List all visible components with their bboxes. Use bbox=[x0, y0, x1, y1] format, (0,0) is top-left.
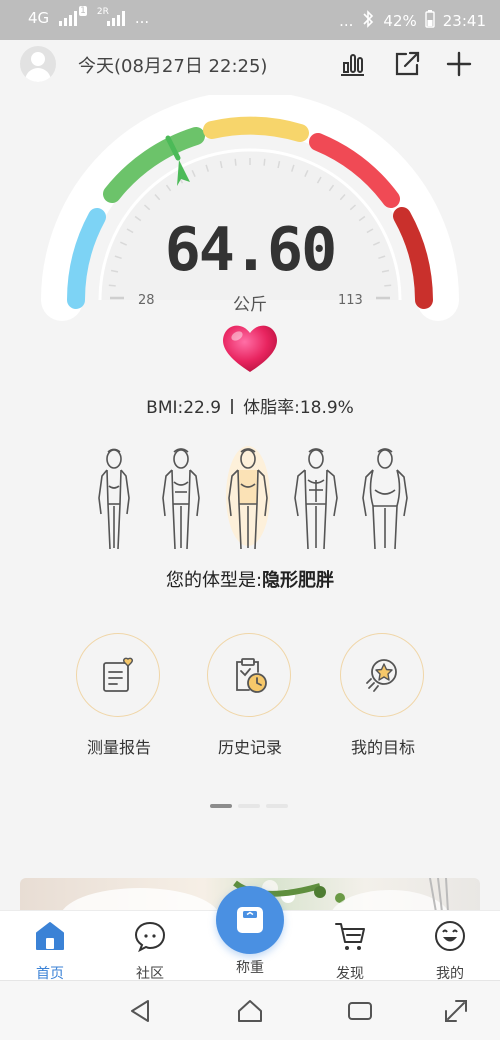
avatar[interactable] bbox=[20, 46, 56, 82]
bluetooth-icon bbox=[361, 10, 375, 32]
tab-weigh-label[interactable]: 称重 bbox=[215, 957, 285, 977]
page-dot bbox=[266, 804, 288, 808]
body-figure-muscular bbox=[294, 448, 338, 550]
body-type-figures bbox=[0, 446, 500, 554]
share-icon[interactable] bbox=[393, 50, 421, 78]
gauge-tick bbox=[108, 284, 116, 287]
gauge-max: 113 bbox=[338, 293, 363, 308]
tab-profile[interactable]: 我的 bbox=[415, 919, 485, 982]
bmi-row: BMI:22.9 体脂率:18.9% bbox=[0, 393, 500, 418]
home-nav-icon[interactable] bbox=[236, 997, 264, 1025]
home-icon bbox=[36, 922, 64, 950]
cart-icon bbox=[335, 923, 365, 950]
body-figure-thin bbox=[98, 448, 130, 550]
body-type-value: 隐形肥胖 bbox=[262, 570, 335, 591]
history-label: 历史记录 bbox=[217, 738, 282, 757]
divider bbox=[231, 399, 234, 414]
app-header: 今天(08月27日 22:25) bbox=[0, 40, 500, 90]
sim-badge: 1 bbox=[79, 6, 87, 16]
plus-icon[interactable] bbox=[445, 50, 473, 78]
tab-discover[interactable]: 发现 bbox=[315, 919, 385, 982]
bmi-value: BMI:22.9 bbox=[146, 398, 222, 418]
body-figure-obese bbox=[362, 448, 408, 550]
body-type-text: 您的体型是:隐形肥胖 bbox=[0, 566, 500, 592]
history-icon bbox=[236, 658, 267, 693]
smile-icon bbox=[435, 921, 465, 951]
chat-icon bbox=[134, 921, 166, 953]
tab-community[interactable]: 社区 bbox=[115, 919, 185, 982]
body-type-prefix: 您的体型是: bbox=[165, 570, 263, 591]
status-dots-left: ... bbox=[134, 9, 150, 27]
back-icon[interactable] bbox=[126, 997, 154, 1025]
battery-percent: 42% bbox=[383, 12, 417, 30]
gauge-tick bbox=[384, 284, 392, 287]
body-fat-value: 体脂率:18.9% bbox=[243, 398, 354, 418]
report-label: 测量报告 bbox=[86, 738, 151, 757]
network-label: 4G bbox=[28, 9, 50, 27]
gauge-tick bbox=[263, 158, 266, 166]
battery-icon bbox=[425, 10, 435, 32]
status-bar: 4G 1 2R ... ... 42% 23:41 bbox=[0, 0, 500, 40]
goal-button[interactable]: 我的目标 bbox=[323, 630, 443, 760]
clock: 23:41 bbox=[442, 12, 486, 30]
weigh-button[interactable] bbox=[216, 886, 284, 954]
date-label[interactable]: 今天(08月27日 22:25) bbox=[78, 52, 267, 78]
goal-icon bbox=[366, 659, 397, 692]
status-dots-right: ... bbox=[339, 12, 354, 30]
page-dot bbox=[238, 804, 260, 808]
report-icon bbox=[103, 657, 133, 692]
bar-chart-icon[interactable] bbox=[338, 50, 366, 78]
expand-icon[interactable] bbox=[442, 997, 470, 1025]
weight-value: 64.60 bbox=[164, 215, 338, 285]
recents-icon[interactable] bbox=[346, 997, 374, 1025]
system-nav-bar bbox=[0, 980, 500, 1040]
heart-icon bbox=[223, 325, 277, 372]
report-button[interactable]: 测量报告 bbox=[59, 630, 179, 760]
page-dot-active bbox=[210, 804, 232, 808]
body-figure-standard bbox=[162, 448, 200, 550]
signal-icon bbox=[59, 10, 78, 26]
goal-label: 我的目标 bbox=[350, 738, 415, 757]
signal2-icon bbox=[106, 10, 125, 26]
history-button[interactable]: 历史记录 bbox=[190, 630, 310, 760]
scale-icon bbox=[237, 907, 263, 933]
page-indicator bbox=[210, 804, 288, 808]
tab-home[interactable]: 首页 bbox=[15, 919, 85, 982]
action-grid: 测量报告 历史记录 我的目标 bbox=[0, 630, 500, 770]
gauge-tick bbox=[234, 158, 237, 166]
body-figure-hidden-obese bbox=[226, 446, 270, 550]
gauge-min: 28 bbox=[138, 293, 155, 308]
weight-unit: 公斤 bbox=[233, 295, 267, 315]
